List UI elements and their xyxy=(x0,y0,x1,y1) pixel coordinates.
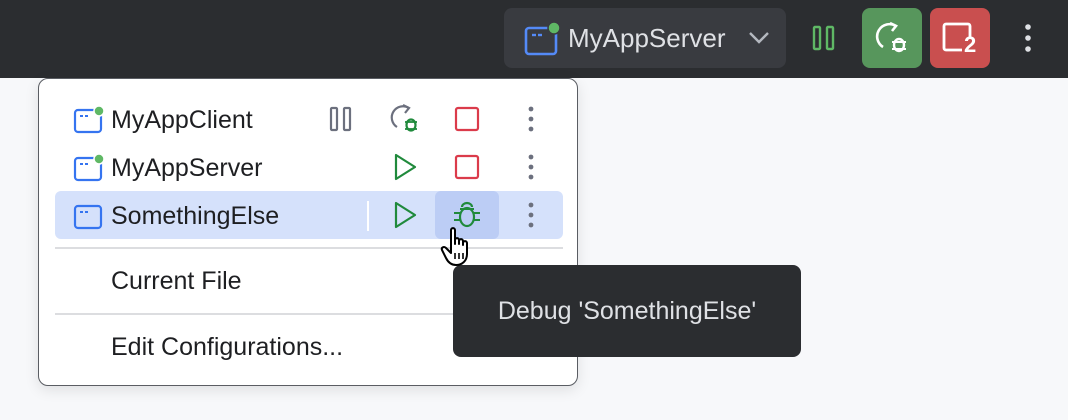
run-config-selector[interactable]: MyAppServer xyxy=(504,8,786,68)
tooltip-text: Debug 'SomethingElse' xyxy=(497,296,757,325)
config-row-myappserver[interactable]: MyAppServer xyxy=(55,143,563,191)
more-vertical-icon xyxy=(528,202,534,228)
separator xyxy=(367,201,369,231)
config-label: MyAppClient xyxy=(111,106,253,134)
more-button[interactable] xyxy=(507,191,555,239)
current-file-item[interactable]: Current File xyxy=(111,267,242,296)
more-button[interactable] xyxy=(507,95,555,143)
pause-button[interactable] xyxy=(317,95,365,143)
more-vertical-icon xyxy=(528,106,534,132)
rerun-debug-button[interactable] xyxy=(862,8,922,68)
more-button[interactable] xyxy=(998,8,1058,68)
more-button[interactable] xyxy=(507,143,555,191)
config-label: MyAppServer xyxy=(111,154,263,182)
run-config-icon xyxy=(524,22,560,56)
stop-all-count: 2 xyxy=(964,32,977,57)
run-config-icon xyxy=(73,106,105,134)
chevron-down-icon xyxy=(749,32,769,44)
hand-cursor-icon xyxy=(440,227,468,266)
rerun-debug-icon xyxy=(390,104,417,132)
config-row-somethingelse[interactable]: SomethingElse xyxy=(55,191,563,239)
more-vertical-icon xyxy=(528,154,534,180)
more-vertical-icon xyxy=(1025,24,1031,52)
pause-icon xyxy=(329,106,352,132)
run-button[interactable] xyxy=(381,143,429,191)
run-icon xyxy=(394,201,417,229)
pause-icon xyxy=(812,25,835,51)
run-config-icon xyxy=(73,204,103,230)
debug-tooltip: Debug 'SomethingElse' xyxy=(453,265,801,357)
run-config-icon xyxy=(73,154,105,182)
stop-icon xyxy=(454,106,480,132)
rerun-debug-button[interactable] xyxy=(381,95,429,143)
run-config-name: MyAppServer xyxy=(568,23,726,53)
config-label: SomethingElse xyxy=(111,202,280,230)
run-icon xyxy=(394,153,417,181)
config-row-myappclient[interactable]: MyAppClient xyxy=(55,95,563,143)
stop-button[interactable] xyxy=(443,143,491,191)
rerun-debug-icon xyxy=(875,21,906,53)
stop-icon xyxy=(454,154,480,180)
edit-configurations-item[interactable]: Edit Configurations... xyxy=(111,333,343,362)
stop-all-button[interactable]: 2 xyxy=(930,8,990,68)
run-button[interactable] xyxy=(381,191,429,239)
divider xyxy=(55,247,563,249)
stop-button[interactable] xyxy=(443,95,491,143)
main-toolbar: MyAppServer 2 xyxy=(0,0,1068,78)
pause-button[interactable] xyxy=(794,8,854,68)
